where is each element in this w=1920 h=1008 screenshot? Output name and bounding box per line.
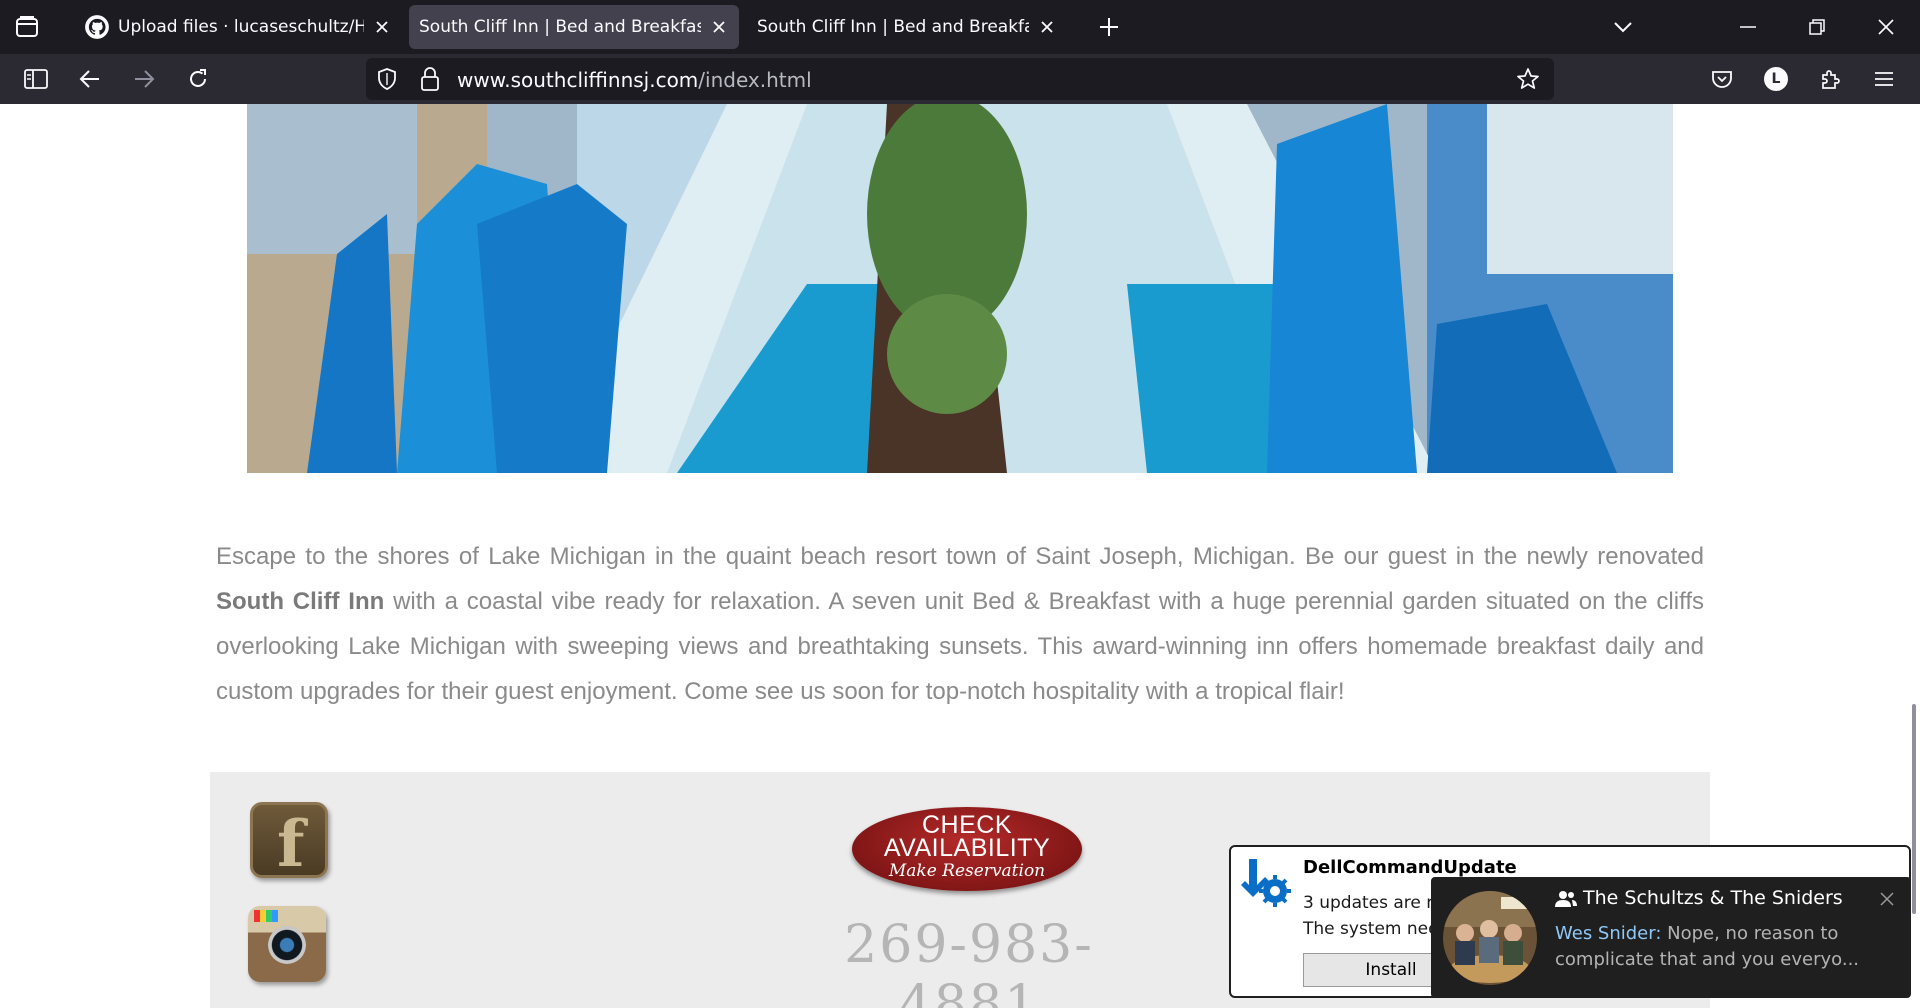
tab-label: South Cliff Inn | Bed and Breakfast | bbox=[757, 17, 1029, 37]
account-avatar-icon[interactable]: L bbox=[1760, 63, 1792, 95]
tracking-protection-shield-icon[interactable] bbox=[376, 67, 400, 91]
tab-label: South Cliff Inn | Bed and Breakfast | bbox=[419, 17, 701, 37]
close-icon[interactable] bbox=[1879, 891, 1897, 909]
tab-bar: Upload files · lucaseschultz/HTML South … bbox=[0, 0, 1920, 54]
group-people-icon bbox=[1555, 890, 1577, 908]
url-path: /index.html bbox=[698, 68, 812, 92]
intro-paragraph: Escape to the shores of Lake Michigan in… bbox=[216, 534, 1704, 714]
instagram-stripes bbox=[254, 910, 278, 922]
extensions-puzzle-icon[interactable] bbox=[1814, 63, 1846, 95]
check-availability-button[interactable]: CHECK AVAILABILITY Make Reservation bbox=[852, 807, 1082, 891]
url-text[interactable]: www.southcliffinnsj.com/index.html bbox=[457, 68, 812, 92]
intro-text-part1: Escape to the shores of Lake Michigan in… bbox=[216, 543, 1704, 570]
page-scrollbar[interactable] bbox=[1912, 704, 1916, 914]
tab-label: Upload files · lucaseschultz/HTML bbox=[118, 17, 364, 37]
restore-icon[interactable] bbox=[1803, 14, 1831, 40]
firefox-view-icon[interactable] bbox=[14, 14, 40, 40]
facebook-letter: f bbox=[277, 807, 305, 882]
inn-name-bold: South Cliff Inn bbox=[216, 588, 385, 615]
tab-upload-files[interactable]: Upload files · lucaseschultz/HTML bbox=[74, 5, 402, 49]
intro-text-part2: with a coastal vibe ready for relaxation… bbox=[216, 588, 1704, 705]
make-reservation-label: Make Reservation bbox=[888, 861, 1046, 881]
group-photo-avatar bbox=[1443, 891, 1537, 985]
pocket-icon[interactable] bbox=[1706, 63, 1738, 95]
instagram-icon[interactable] bbox=[248, 906, 326, 982]
menu-hamburger-icon[interactable] bbox=[1868, 63, 1900, 95]
sidebar-toggle-icon[interactable] bbox=[20, 63, 52, 95]
forward-arrow-icon[interactable] bbox=[128, 63, 160, 95]
group-chat-notification[interactable]: The Schultzs & The Sniders Wes Snider: N… bbox=[1431, 877, 1911, 998]
close-icon[interactable] bbox=[1037, 17, 1057, 37]
list-all-tabs-chevron-down-icon[interactable] bbox=[1610, 14, 1636, 40]
github-icon bbox=[84, 14, 110, 40]
hero-dining-room-image bbox=[247, 104, 1673, 473]
lock-icon[interactable] bbox=[420, 66, 442, 92]
navigation-toolbar: www.southcliffinnsj.com/index.html L bbox=[0, 54, 1920, 104]
dell-notification-title: DellCommandUpdate bbox=[1303, 857, 1517, 878]
new-tab-plus-icon[interactable] bbox=[1096, 14, 1122, 40]
chat-message-preview: Wes Snider: Nope, no reason to complicat… bbox=[1555, 921, 1895, 973]
tab-south-cliff-inn[interactable]: South Cliff Inn | Bed and Breakfast | bbox=[747, 5, 1067, 49]
dell-notification-line2: The system need bbox=[1303, 919, 1450, 939]
bookmark-star-icon[interactable] bbox=[1516, 67, 1542, 93]
chat-sender-name: Wes Snider: bbox=[1555, 923, 1662, 944]
instagram-lens bbox=[268, 926, 306, 964]
chat-group-title: The Schultzs & The Sniders bbox=[1583, 887, 1843, 909]
minimize-icon[interactable] bbox=[1734, 14, 1762, 40]
close-icon[interactable] bbox=[709, 17, 729, 37]
availability-label: AVAILABILITY bbox=[883, 834, 1051, 862]
facebook-icon[interactable]: f bbox=[250, 802, 328, 882]
back-arrow-icon[interactable] bbox=[74, 63, 106, 95]
dell-notification-line1: 3 updates are re bbox=[1303, 893, 1444, 913]
url-domain: www.southcliffinnsj.com bbox=[457, 68, 699, 92]
tab-south-cliff-inn-active[interactable]: South Cliff Inn | Bed and Breakfast | bbox=[409, 5, 739, 49]
close-window-icon[interactable] bbox=[1872, 14, 1900, 40]
reload-icon[interactable] bbox=[182, 63, 214, 95]
account-initial: L bbox=[1764, 67, 1788, 91]
dell-command-update-icon bbox=[1239, 855, 1295, 911]
phone-number[interactable]: 269-983-4881 bbox=[784, 915, 1154, 1008]
url-bar[interactable]: www.southcliffinnsj.com/index.html bbox=[366, 58, 1554, 100]
close-icon[interactable] bbox=[372, 17, 392, 37]
